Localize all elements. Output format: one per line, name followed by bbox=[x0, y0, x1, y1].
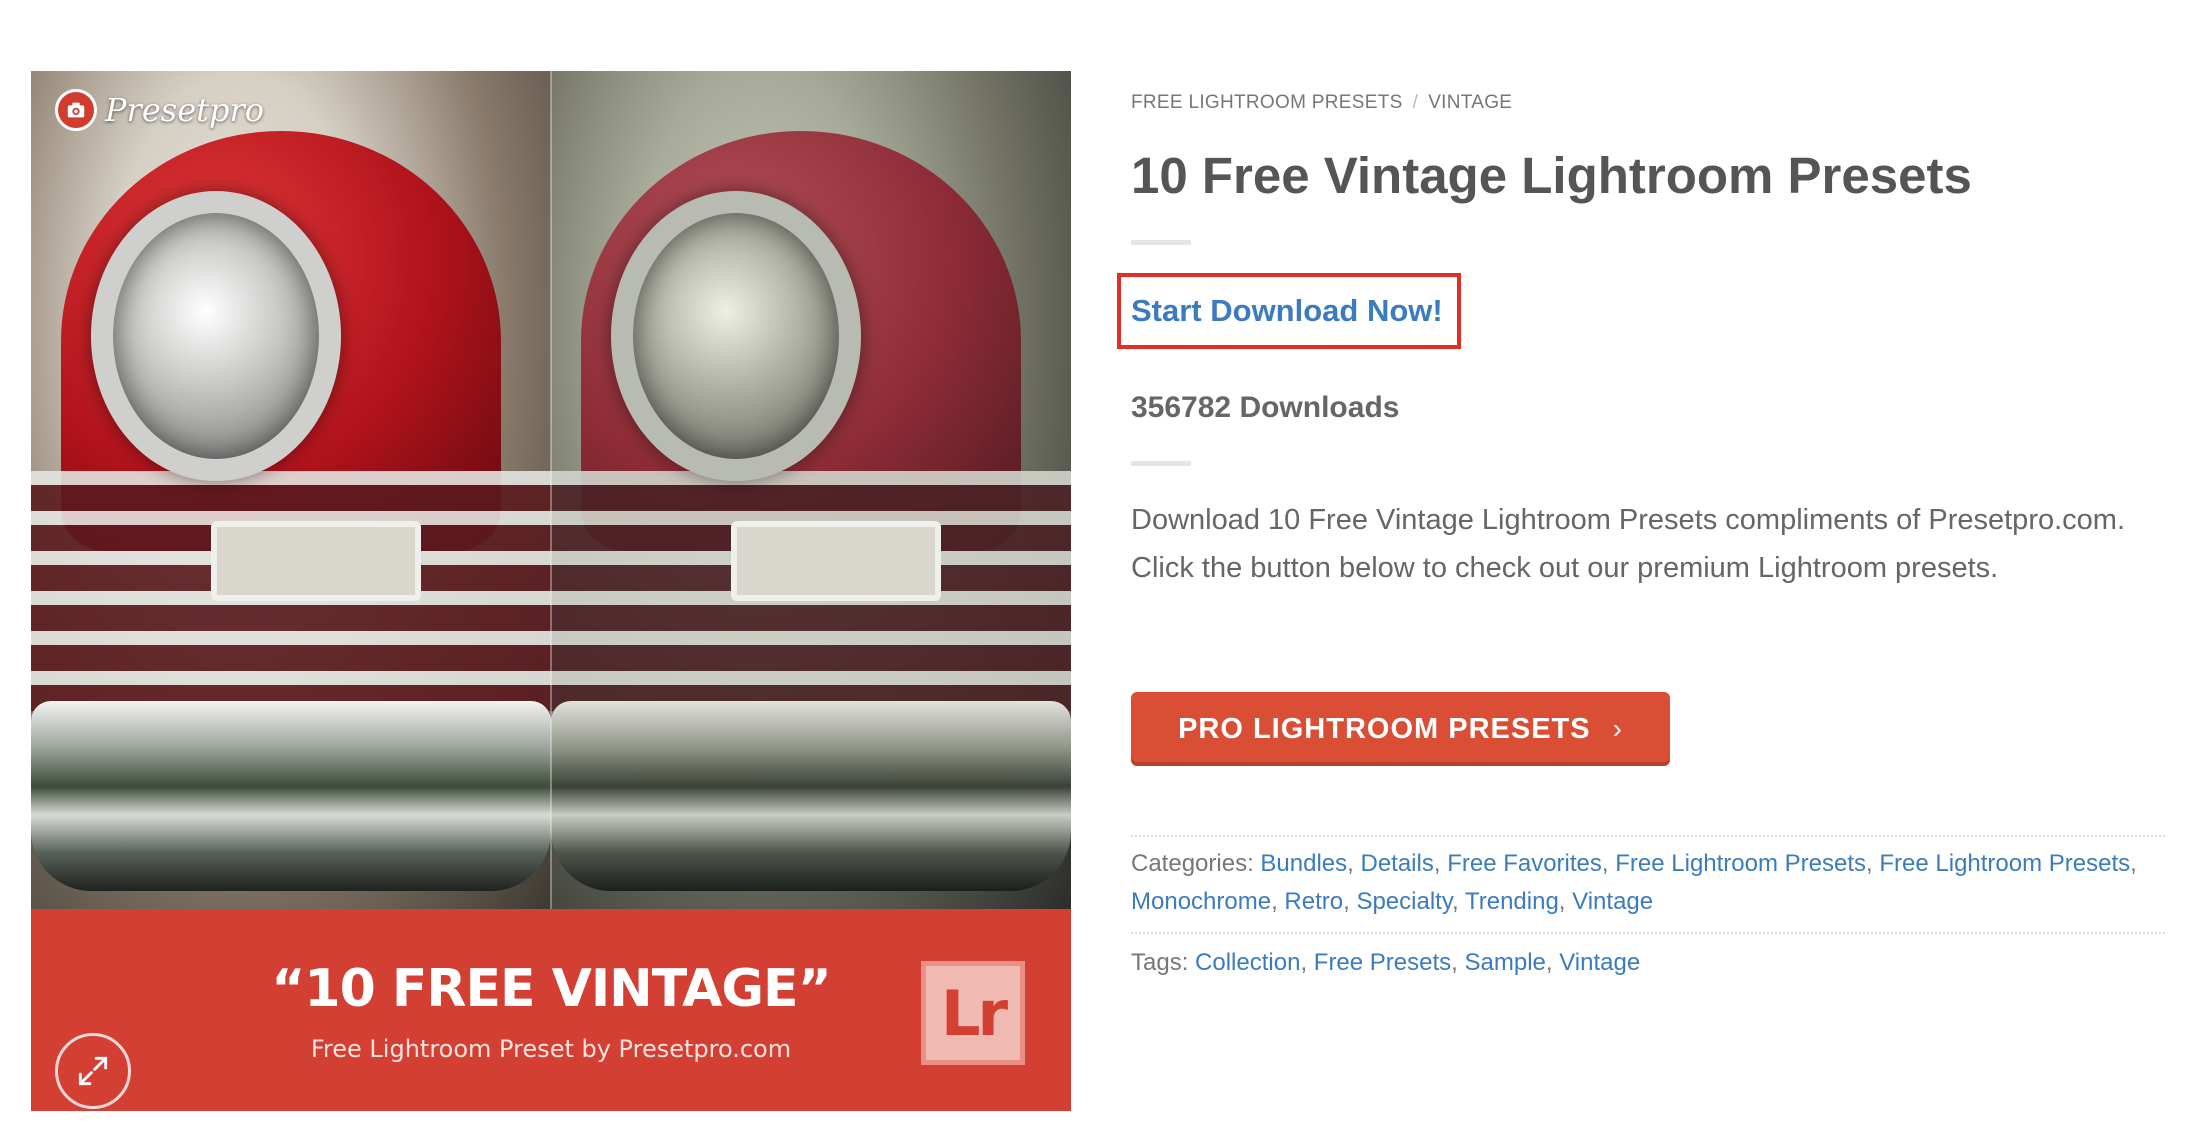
banner-title: “10 FREE VINTAGE” bbox=[271, 959, 832, 1019]
car-headlight bbox=[91, 191, 341, 481]
breadcrumb-separator: / bbox=[1412, 92, 1419, 113]
logo-text: Presetpro bbox=[105, 91, 265, 129]
tag-link[interactable]: Collection bbox=[1195, 949, 1300, 976]
tag-link[interactable]: Free Presets bbox=[1314, 949, 1451, 976]
list-separator: , bbox=[1433, 850, 1441, 877]
list-separator: , bbox=[1452, 888, 1459, 915]
download-count: 356782 Downloads bbox=[1131, 391, 1400, 424]
list-separator: , bbox=[2130, 850, 2137, 877]
banner-subtitle: Free Lightroom Preset by Presetpro.com bbox=[310, 1035, 792, 1063]
list-separator: , bbox=[1300, 949, 1308, 976]
tag-link[interactable]: Sample bbox=[1465, 949, 1546, 976]
car-bumper bbox=[551, 701, 1071, 891]
product-image[interactable]: Presetpro “10 FREE VINTAGE” Free Lightro… bbox=[31, 71, 1071, 1111]
lightroom-logo-text: Lr bbox=[940, 976, 1008, 1050]
list-separator: , bbox=[1866, 850, 1873, 877]
category-link[interactable]: Trending bbox=[1465, 888, 1559, 915]
list-separator: , bbox=[1451, 949, 1458, 976]
before-photo: Presetpro bbox=[31, 71, 551, 909]
category-link[interactable]: Vintage bbox=[1572, 888, 1653, 915]
divider bbox=[1131, 461, 1191, 466]
car-headlight bbox=[611, 191, 861, 481]
breadcrumb: FREE LIGHTROOM PRESETS / VINTAGE bbox=[1131, 92, 1512, 114]
meta-divider bbox=[1131, 835, 2165, 837]
category-list: Bundles, Details, Free Favorites, Free L… bbox=[1131, 850, 2137, 915]
breadcrumb-link[interactable]: FREE LIGHTROOM PRESETS bbox=[1131, 92, 1403, 113]
product-description: Download 10 Free Vintage Lightroom Prese… bbox=[1131, 504, 2126, 584]
category-link[interactable]: Retro bbox=[1284, 888, 1343, 915]
categories: Categories: Bundles, Details, Free Favor… bbox=[1131, 845, 2171, 921]
category-link[interactable]: Details bbox=[1360, 850, 1433, 877]
car-bumper bbox=[31, 701, 551, 891]
lightroom-logo: Lr bbox=[921, 961, 1025, 1065]
car-grille-plate bbox=[211, 521, 421, 601]
category-link[interactable]: Bundles bbox=[1260, 850, 1347, 877]
list-separator: , bbox=[1347, 850, 1354, 877]
list-separator: , bbox=[1545, 949, 1553, 976]
category-link[interactable]: Free Lightroom Presets bbox=[1615, 850, 1866, 877]
tag-list: Collection, Free Presets, Sample, Vintag… bbox=[1195, 949, 1640, 976]
categories-label: Categories: bbox=[1131, 850, 1254, 877]
tag-link[interactable]: Vintage bbox=[1559, 949, 1640, 976]
before-after-divider bbox=[550, 71, 552, 909]
page-title: 10 Free Vintage Lightroom Presets bbox=[1131, 147, 1972, 204]
tags: Tags: Collection, Free Presets, Sample, … bbox=[1131, 944, 2171, 982]
pro-presets-button[interactable]: PRO LIGHTROOM PRESETS › bbox=[1131, 692, 1670, 766]
list-separator: , bbox=[1343, 888, 1350, 915]
category-link[interactable]: Specialty bbox=[1356, 888, 1452, 915]
category-link[interactable]: Monochrome bbox=[1131, 888, 1271, 915]
breadcrumb-link[interactable]: VINTAGE bbox=[1428, 92, 1512, 113]
pro-presets-button-label: PRO LIGHTROOM PRESETS bbox=[1178, 712, 1591, 745]
camera-icon bbox=[55, 89, 97, 131]
presetpro-logo: Presetpro bbox=[55, 89, 264, 131]
image-banner: “10 FREE VINTAGE” Free Lightroom Preset … bbox=[31, 909, 1071, 1111]
divider bbox=[1131, 240, 1191, 245]
meta-divider bbox=[1131, 932, 2165, 934]
car-grille-plate bbox=[731, 521, 941, 601]
category-link[interactable]: Free Favorites bbox=[1447, 850, 1602, 877]
zoom-button[interactable] bbox=[55, 1033, 131, 1109]
list-separator: , bbox=[1601, 850, 1609, 877]
after-photo bbox=[551, 71, 1071, 909]
list-separator: , bbox=[1271, 888, 1278, 915]
list-separator: , bbox=[1558, 888, 1566, 915]
tags-label: Tags: bbox=[1131, 949, 1189, 976]
chevron-right-icon: › bbox=[1612, 713, 1623, 744]
category-link[interactable]: Free Lightroom Presets bbox=[1879, 850, 2130, 877]
expand-icon bbox=[78, 1056, 108, 1086]
start-download-link[interactable]: Start Download Now! bbox=[1131, 293, 1443, 329]
